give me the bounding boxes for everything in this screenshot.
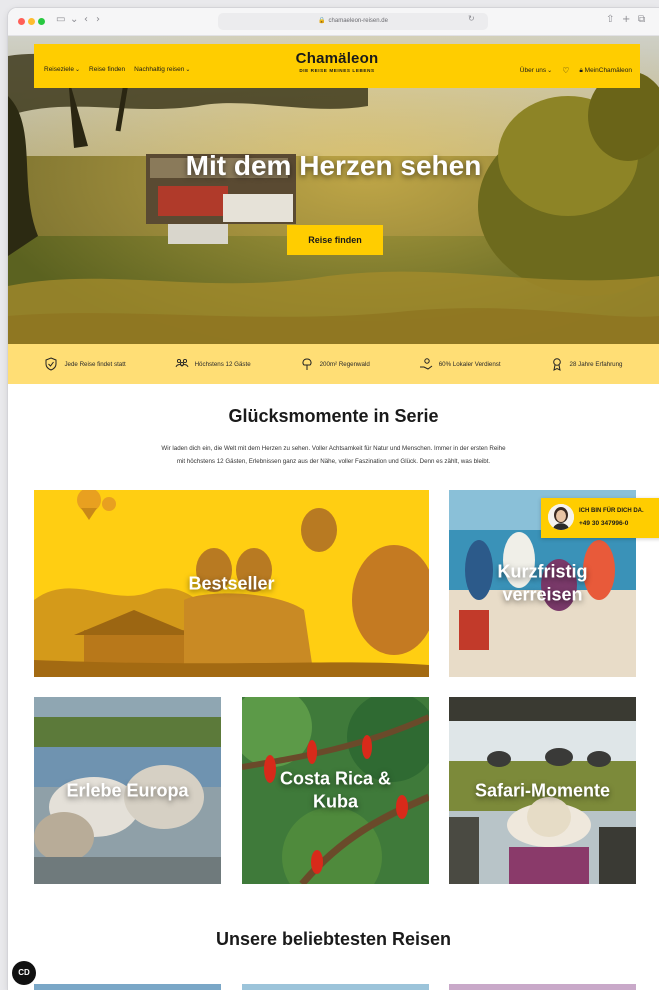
advisor-photo [548,504,574,530]
chevron-down-icon: ⌄ [75,67,81,73]
feature-label: 28 Jahre Erfahrung [569,360,623,368]
contact-phone[interactable]: +49 30 347996-0 [579,520,628,527]
chevron-down-icon: ⌄ [547,68,553,74]
minimize-window-button[interactable] [28,18,35,25]
back-arrow-icon[interactable]: ‹ [84,14,88,25]
nav-item-label: Reiseziele [44,66,74,73]
tile-label-line: verreisen [502,584,583,605]
tile-safari[interactable]: Safari-Momente [449,697,636,884]
reload-icon[interactable]: ↻ [468,14,475,23]
browser-toolbar: ▭ ⌄ ‹ › 🔒 chamaeleon-reisen.de ↻ ⇧ + ⧉ [8,8,659,36]
nav-item-label: Nachhaltig reisen [134,66,185,73]
nav-item-nachhaltig[interactable]: Nachhaltig reisen⌄ [134,66,190,73]
logo-name: Chamäleon [295,50,379,67]
feature-item: Höchstens 12 Gäste [175,357,251,371]
intro-text-line: mit höchstens 12 Gästen, Erlebnissen gan… [176,458,491,465]
tile-label: Erlebe Europa [66,779,189,800]
browser-window: ▭ ⌄ ‹ › 🔒 chamaeleon-reisen.de ↻ ⇧ + ⧉ M… [8,8,659,990]
main-nav: Reiseziele⌄ Reise finden Nachhaltig reis… [44,66,190,73]
tree-icon [302,358,312,370]
features-bar: Jede Reise findet statt Höchstens 12 Gäs… [8,344,659,384]
trip-card-image[interactable] [34,984,221,990]
heart-icon[interactable]: ♡ [562,66,569,75]
intro-text: Wir laden dich ein, die Welt mit dem Her… [126,442,541,468]
cookie-settings-button[interactable]: CD [12,961,36,985]
nav-item-about[interactable]: Über uns⌄ [520,67,552,74]
nav-item-reise-finden[interactable]: Reise finden [89,66,125,73]
utility-nav: Über uns⌄ ♡ 🔒︎ MeinChamäleon [520,66,632,75]
group-icon [175,358,189,368]
feature-label: 60% Lokaler Verdienst [438,360,501,368]
lock-icon: 🔒 [318,18,326,24]
feature-item: Jede Reise findet statt [44,357,126,371]
feature-label: 200m² Regenwald [319,360,370,368]
popular-trips-title: Unsere beliebtesten Reisen [215,929,452,949]
forward-arrow-icon[interactable]: › [96,14,100,25]
award-icon [552,358,561,371]
contact-heading: ICH BIN FÜR DICH DA. [579,508,644,514]
tile-label: Safari-Momente [474,779,611,800]
tile-bestseller[interactable]: Bestseller [34,490,429,677]
share-icon[interactable]: ⇧ [606,14,614,25]
nav-item-label: Über uns [519,67,547,74]
new-tab-icon[interactable]: + [622,14,630,25]
feature-item: 28 Jahre Erfahrung [550,357,623,371]
site-header: Reiseziele⌄ Reise finden Nachhaltig reis… [34,44,640,88]
tile-label: Costa Rica & Kuba [242,767,429,814]
avatar [548,504,574,530]
hero-title: Mit dem Herzen sehen [185,150,482,181]
lock-icon: 🔒︎ [579,66,583,74]
chevron-down-icon: ⌄ [185,67,191,73]
tile-label-line: Kuba [313,791,358,812]
find-trip-button[interactable]: Reise finden [287,225,383,255]
trip-card-image[interactable] [449,984,636,990]
intro-title: Glücksmomente in Serie [228,406,439,426]
contact-widget[interactable]: ICH BIN FÜR DICH DA. +49 30 347996-0 [541,498,659,538]
tile-label: Kurzfristig verreisen [449,560,636,607]
intro-text-line: Wir laden dich ein, die Welt mit dem Her… [161,445,506,452]
url-text: chamaeleon-reisen.de [328,18,388,24]
tile-label-line: Kurzfristig [497,561,588,582]
maximize-window-button[interactable] [38,18,45,25]
feature-label: Jede Reise findet statt [64,360,126,368]
tile-label: Bestseller [188,572,275,593]
hand-money-icon [419,358,432,370]
address-bar[interactable]: 🔒 chamaeleon-reisen.de [218,13,488,30]
tile-europe[interactable]: Erlebe Europa [34,697,221,884]
tabs-overview-icon[interactable]: ⧉ [638,14,645,25]
account-link[interactable]: 🔒︎ MeinChamäleon [579,67,632,75]
feature-item: 200m² Regenwald [300,357,370,371]
tile-costa-rica[interactable]: Costa Rica & Kuba [242,697,429,884]
tile-label-line: Costa Rica & [279,768,392,789]
trip-card-image[interactable] [242,984,429,990]
nav-item-reiseziele[interactable]: Reiseziele⌄ [44,66,80,73]
chevron-down-icon[interactable]: ⌄ [70,14,78,25]
nav-item-label: Reise finden [89,66,126,73]
feature-item: 60% Lokaler Verdienst [419,357,501,371]
account-label: MeinChamäleon [584,66,632,74]
feature-label: Höchstens 12 Gäste [194,360,251,368]
shield-check-icon [45,357,57,371]
close-window-button[interactable] [18,18,25,25]
sidebar-toggle-icon[interactable]: ▭ [56,14,65,25]
